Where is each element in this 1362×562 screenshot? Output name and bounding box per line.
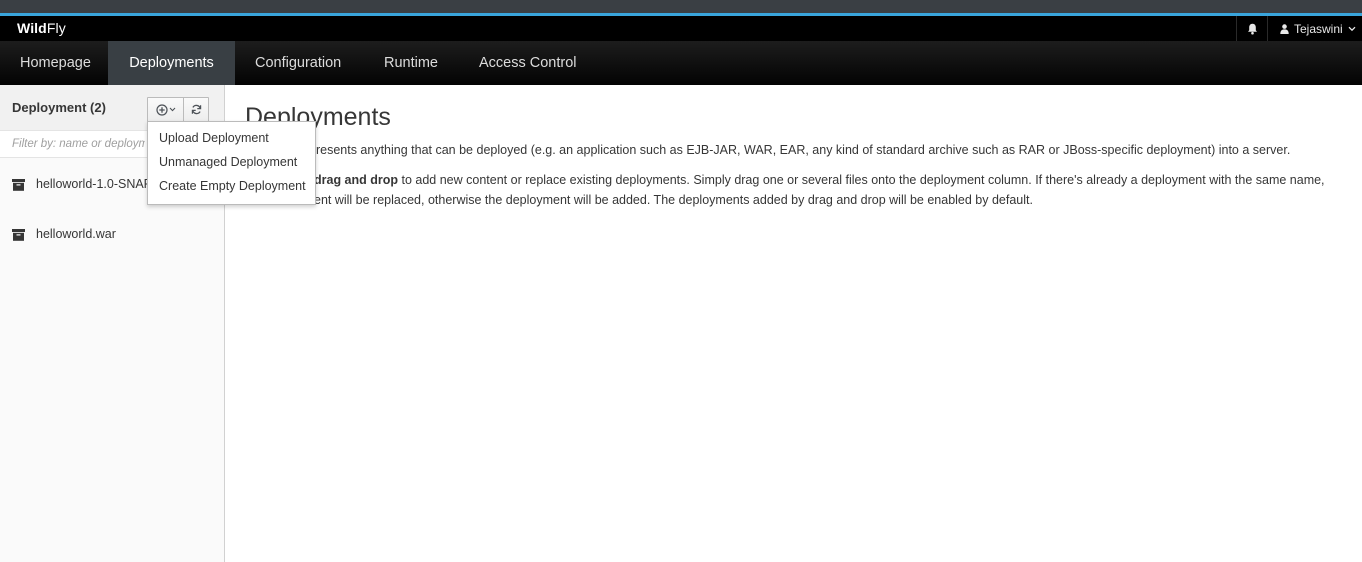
nav-homepage[interactable]: Homepage [0, 41, 111, 85]
user-menu[interactable]: Tejaswini [1270, 16, 1362, 41]
window-top-strip [0, 0, 1362, 13]
menu-create-empty-deployment[interactable]: Create Empty Deployment [148, 174, 315, 198]
deployment-list-item[interactable]: helloworld.war [0, 220, 224, 250]
archive-icon [12, 229, 25, 241]
drag-drop-paragraph: drag and drop to add new content or repl… [314, 170, 1325, 190]
brand-light-text: Fly [46, 20, 66, 36]
filter-input[interactable] [0, 131, 145, 157]
main-navigation: Homepage Deployments Configuration Runti… [0, 41, 1362, 85]
chevron-down-icon [169, 107, 175, 112]
user-icon [1280, 23, 1289, 34]
deployment-name: helloworld.war [36, 227, 116, 241]
drag-drop-paragraph-cont: ent will be replaced, otherwise the depl… [314, 193, 1033, 207]
main-content: Deployments nt represents anything that … [226, 85, 1362, 562]
nav-deployments[interactable]: Deployments [108, 41, 235, 85]
nav-runtime[interactable]: Runtime [364, 41, 458, 85]
menu-unmanaged-deployment[interactable]: Unmanaged Deployment [148, 150, 315, 174]
deployment-name: helloworld-1.0-SNAPSHOT.war [36, 177, 154, 191]
menu-upload-deployment[interactable]: Upload Deployment [148, 126, 315, 150]
notifications-button[interactable] [1236, 16, 1268, 41]
chevron-down-icon [1348, 26, 1356, 31]
refresh-icon [191, 104, 201, 115]
column-title: Deployment (2) [12, 100, 106, 115]
brand-logo[interactable]: WildFly [17, 20, 66, 36]
archive-icon [12, 179, 25, 191]
add-deployment-menu: Upload Deployment Unmanaged Deployment C… [147, 121, 316, 205]
description-paragraph: nt represents anything that can be deplo… [284, 143, 1291, 157]
brand-bold-text: Wild [17, 20, 47, 36]
brand-bar: WildFly Tejaswini [0, 16, 1362, 41]
column-actions [147, 97, 209, 122]
bell-icon [1247, 23, 1257, 34]
drag-drop-text: to add new content or replace existing d… [398, 173, 1325, 187]
refresh-button[interactable] [184, 98, 208, 121]
add-deployment-button[interactable] [148, 98, 184, 121]
user-name: Tejaswini [1294, 21, 1343, 36]
plus-circle-icon [155, 103, 168, 116]
nav-access-control[interactable]: Access Control [459, 41, 597, 85]
drag-drop-emphasis: drag and drop [314, 173, 399, 187]
nav-configuration[interactable]: Configuration [235, 41, 361, 85]
